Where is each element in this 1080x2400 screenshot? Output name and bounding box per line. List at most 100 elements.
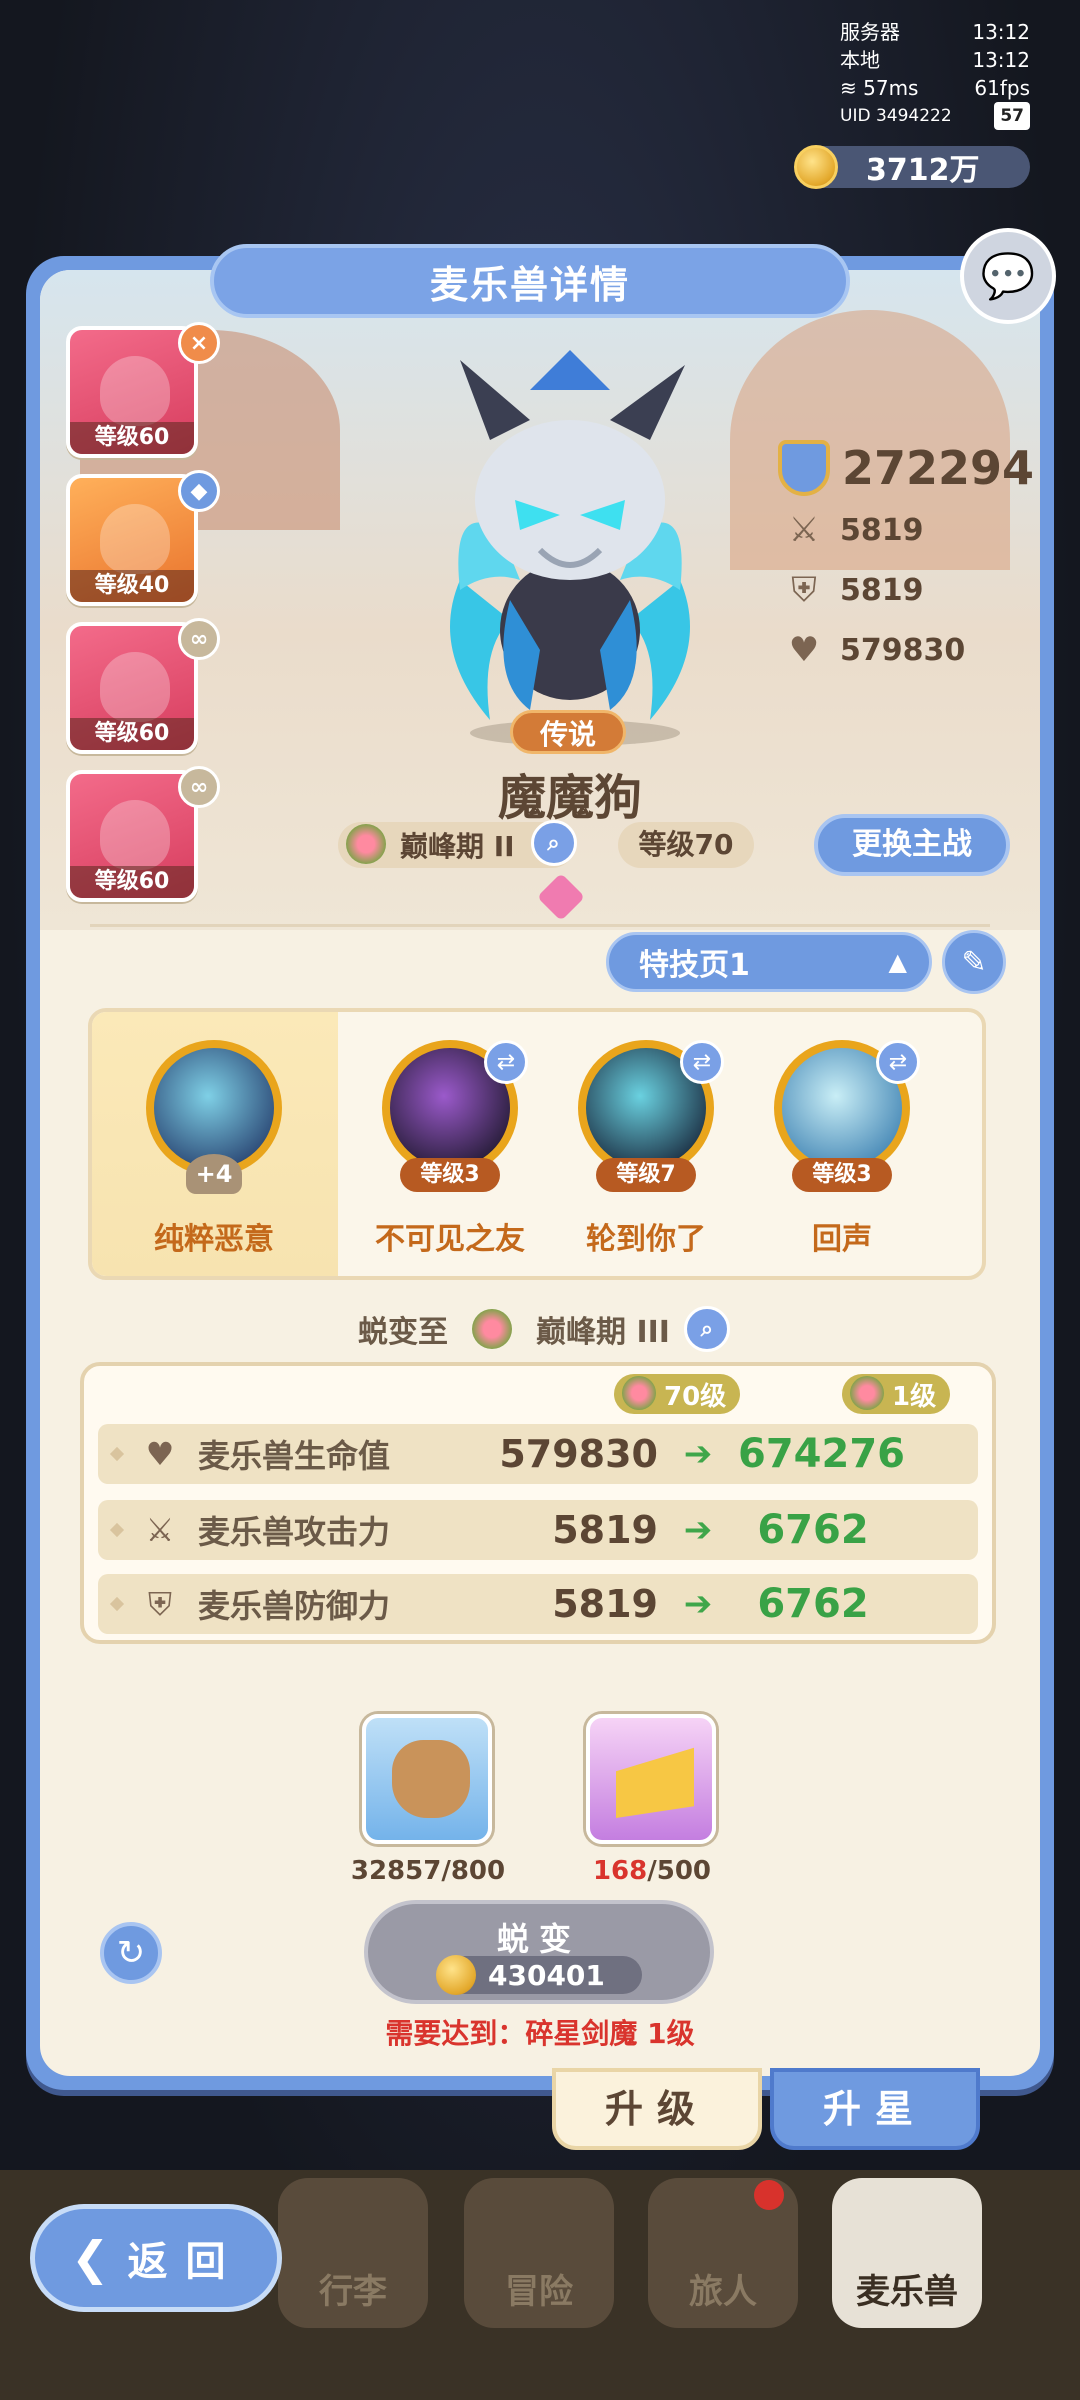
main-skill-card[interactable]: +4 纯粹恶意	[92, 1012, 338, 1276]
pet-name: 魔魔狗	[497, 770, 642, 826]
from-level-pill: 70级	[614, 1374, 741, 1414]
battery-icon: 57	[994, 102, 1030, 130]
attack-value: 5819	[840, 512, 924, 548]
fps: 61fps	[974, 76, 1030, 100]
main-skill-icon: +4	[146, 1040, 282, 1194]
swap-icon[interactable]: ⇄	[876, 1040, 920, 1084]
skill-slot-1[interactable]: ⇄ 等级3	[382, 1040, 528, 1192]
rarity-badge: 传说	[510, 710, 626, 754]
heart-icon: ♥	[788, 630, 820, 670]
edit-skill-page-button[interactable]: ✎	[942, 930, 1006, 994]
arrow-right-icon: ➔	[683, 1510, 713, 1550]
team-slot-level: 等级60	[70, 866, 194, 898]
main-skill-plus: +4	[186, 1154, 242, 1194]
section-divider	[90, 924, 990, 927]
gold-amount: 3712万	[866, 153, 980, 188]
stat-to: 6762	[757, 1507, 869, 1553]
evolve-stat-row: ⚔ 麦乐兽攻击力 5819 ➔ 6762	[98, 1500, 978, 1560]
swap-icon[interactable]: ⇄	[680, 1040, 724, 1084]
stage-chip: 巅峰期 II ⌕	[338, 820, 577, 868]
nav-traveler-label: 旅人	[689, 2272, 757, 2312]
stage-flower-icon	[850, 1376, 884, 1410]
skill-3-name: 回声	[812, 1222, 872, 1257]
stage-label: 巅峰期 II	[400, 830, 515, 863]
swords-icon: ⚔	[788, 510, 820, 550]
pet-level: 等级70	[618, 822, 754, 868]
evolve-cost: 430401	[436, 1955, 642, 1995]
pencil-icon: ✎	[961, 944, 987, 980]
skill-page-select[interactable]: 特技页1 ▲	[606, 932, 932, 992]
defense-value: 5819	[840, 572, 924, 608]
switch-main-button[interactable]: 更换主战	[814, 814, 1010, 876]
shield-icon: ⛨	[791, 570, 817, 610]
evolve-target: 蜕变至 巅峰期 III ⌕	[358, 1306, 730, 1352]
status-overlay: 服务器 13:12 本地 13:12 ≋ 57ms 61fps UID 3494222…	[840, 18, 1030, 130]
stage-flower-icon	[346, 824, 386, 864]
back-label: 返回	[127, 2239, 244, 2285]
stat-label: 麦乐兽生命值	[198, 1437, 391, 1475]
diamond-bullet	[109, 1596, 125, 1612]
evolve-button-label: 蜕变	[496, 1920, 581, 1958]
stat-to: 674276	[738, 1431, 905, 1477]
ping: ≋ 57ms	[840, 76, 919, 100]
reset-button[interactable]: ↻	[100, 1922, 162, 1984]
material-cheese[interactable]	[586, 1714, 716, 1844]
evolve-cost-amount: 430401	[488, 1958, 605, 1992]
cheese-icon	[616, 1747, 694, 1818]
stat-from: 5819	[552, 1508, 658, 1552]
stat-to: 6762	[757, 1581, 869, 1627]
stage-flower-icon	[622, 1376, 656, 1410]
diamond-bullet	[109, 1522, 125, 1538]
uid: UID 3494222	[840, 106, 952, 126]
chat-button[interactable]: 💬	[960, 228, 1056, 324]
back-button[interactable]: ❮ 返回	[30, 2204, 282, 2312]
team-slot-level: 等级60	[70, 718, 194, 750]
evolve-target-stage: 巅峰期 III	[536, 1315, 670, 1350]
diamond-bullet	[109, 1446, 125, 1462]
defense-stat: ⛨ 5819	[784, 570, 924, 610]
stage-info-button[interactable]: ⌕	[530, 820, 577, 866]
power-score: 272294	[778, 440, 1034, 496]
stat-label: 麦乐兽防御力	[198, 1587, 391, 1625]
remove-icon[interactable]: ×	[178, 322, 220, 364]
arrow-right-icon: ➔	[683, 1434, 713, 1474]
pet-portrait	[450, 350, 690, 720]
stat-from: 5819	[552, 1582, 658, 1626]
notification-dot	[754, 2180, 784, 2210]
skill-slot-3[interactable]: ⇄ 等级3	[774, 1040, 920, 1192]
material-food-bag[interactable]	[362, 1714, 492, 1844]
server-time: 13:12	[972, 20, 1030, 44]
stat-from: 579830	[499, 1432, 658, 1476]
nav-bag-label: 行李	[319, 2272, 387, 2312]
skill-slot-2[interactable]: ⇄ 等级7	[578, 1040, 724, 1192]
tab-upgrade[interactable]: 升级	[552, 2068, 762, 2150]
evolve-requirement: 需要达到：碎星剑魔 1级	[385, 2017, 695, 2050]
evolve-button[interactable]: 蜕变 430401	[364, 1900, 714, 2004]
swap-icon[interactable]: ⇄	[484, 1040, 528, 1084]
evolve-stat-row: ⛨ 麦乐兽防御力 5819 ➔ 6762	[98, 1574, 978, 1634]
nav-adventure-label: 冒险	[505, 2272, 573, 2312]
skill-1-level: 等级3	[400, 1158, 500, 1192]
to-level: 1级	[892, 1381, 937, 1412]
caret-up-icon: ▲	[888, 948, 907, 976]
team-slot-level: 等级60	[70, 422, 194, 454]
hp-stat: ♥ 579830	[784, 630, 966, 670]
skill-1-name: 不可见之友	[375, 1222, 525, 1257]
nav-pet-label: 麦乐兽	[856, 2272, 958, 2312]
skill-3-level: 等级3	[792, 1158, 892, 1192]
swords-icon: ⚔	[145, 1511, 175, 1549]
stage-flower-icon	[472, 1309, 512, 1349]
arrow-right-icon: ➔	[683, 1584, 713, 1624]
food-bag-icon	[392, 1740, 470, 1818]
server-label: 服务器	[840, 20, 900, 44]
evolve-stats-table: 70级 1级 ♥ 麦乐兽生命值 579830 ➔ 674276 ⚔ 麦乐兽攻击力…	[80, 1362, 996, 1644]
gold-coin-icon	[436, 1955, 476, 1995]
wifi-icon: ≋	[840, 76, 864, 100]
gold-coin-icon	[794, 145, 838, 189]
chat-bubble-icon: 💬	[980, 251, 1036, 302]
panel-title: 麦乐兽详情	[210, 244, 850, 318]
skill-2-name: 轮到你了	[586, 1222, 706, 1257]
evolve-info-button[interactable]: ⌕	[683, 1306, 730, 1352]
evolve-prefix: 蜕变至	[358, 1315, 448, 1350]
tab-star-up[interactable]: 升星	[770, 2068, 980, 2150]
